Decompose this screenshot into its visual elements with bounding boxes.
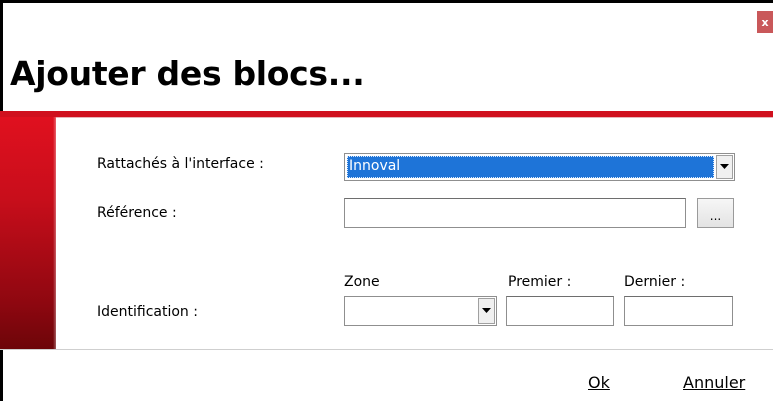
decorative-red-band — [0, 117, 56, 350]
interface-combobox[interactable]: Innoval — [344, 153, 735, 181]
interface-selected-value: Innoval — [347, 156, 714, 178]
reference-input[interactable] — [344, 198, 686, 228]
top-border — [0, 0, 773, 3]
dernier-input[interactable] — [624, 296, 733, 326]
zone-combobox[interactable] — [344, 296, 497, 326]
reference-label: Référence : — [97, 205, 177, 221]
identification-label: Identification : — [97, 304, 198, 320]
zone-dropdown-button[interactable] — [478, 298, 495, 324]
interface-label: Rattachés à l'interface : — [97, 156, 264, 172]
title-separator-shadow — [0, 117, 773, 118]
dernier-label: Dernier : — [624, 274, 686, 290]
dialog-title: Ajouter des blocs... — [10, 54, 365, 93]
premier-label: Premier : — [508, 274, 572, 290]
add-blocks-dialog: x Ajouter des blocs... Rattachés à l'int… — [0, 0, 773, 401]
browse-button-label: ... — [709, 209, 722, 223]
zone-label: Zone — [344, 274, 380, 290]
cancel-button[interactable]: Annuler — [683, 373, 745, 392]
close-button[interactable]: x — [757, 11, 773, 33]
interface-dropdown-button[interactable] — [716, 155, 733, 179]
ok-button[interactable]: Ok — [588, 373, 610, 392]
browse-button[interactable]: ... — [697, 198, 734, 228]
premier-input[interactable] — [506, 296, 614, 326]
chevron-down-icon — [482, 308, 491, 313]
form-bottom-separator — [0, 349, 773, 350]
close-icon: x — [761, 15, 769, 29]
chevron-down-icon — [720, 164, 729, 169]
